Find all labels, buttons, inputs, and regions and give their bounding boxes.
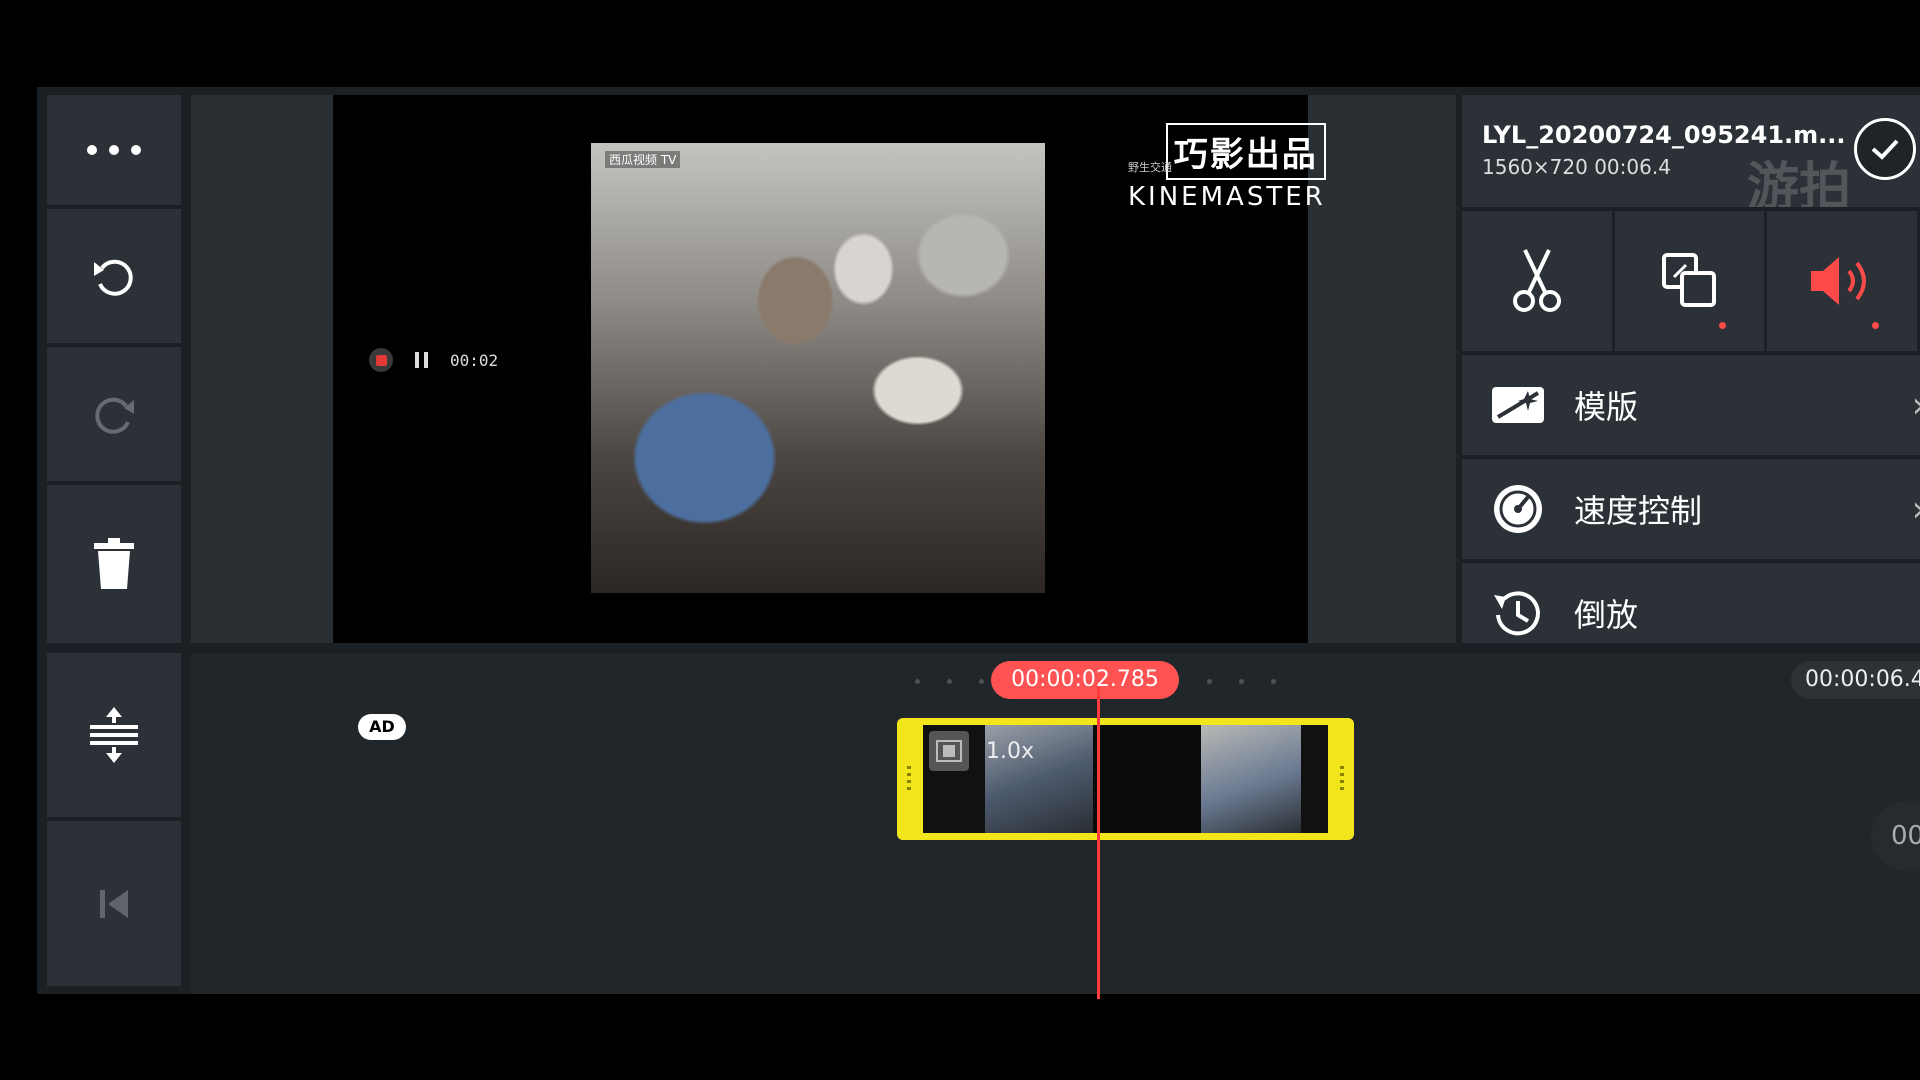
- video-preview[interactable]: 00:02 西瓜视频 TV 野生交通 巧影出品 KINEMASTER: [333, 95, 1326, 643]
- video-frame: 西瓜视频 TV: [591, 143, 1045, 593]
- undo-button[interactable]: [47, 209, 181, 343]
- volume-indicator-dot: [1872, 322, 1880, 329]
- timeline-tick: [947, 679, 952, 684]
- logo-brand: 巧影出品: [1165, 123, 1326, 180]
- timeline-tick: [1207, 679, 1212, 684]
- trim-split-icon: [1512, 249, 1561, 312]
- clip-thumbnail: [1201, 725, 1301, 833]
- kinemaster-logo: 野生交通 巧影出品 KINEMASTER: [1128, 123, 1326, 212]
- playhead-line[interactable]: [1097, 687, 1100, 999]
- timeline-tick: [979, 679, 984, 684]
- recording-time: 00:02: [450, 350, 499, 370]
- recording-indicator: 00:02: [369, 348, 498, 372]
- done-button[interactable]: [1854, 118, 1916, 180]
- skip-to-start-icon: [100, 889, 128, 918]
- expand-tracks-button[interactable]: [47, 653, 181, 817]
- clip-resolution: 1560×720: [1482, 155, 1588, 179]
- crop-icon: [1661, 253, 1716, 307]
- skip-to-start-button[interactable]: [47, 821, 181, 986]
- video-watermark: 西瓜视频 TV: [605, 151, 681, 168]
- timeline-tick: [1239, 679, 1244, 684]
- crop-indicator-dot: [1719, 322, 1727, 329]
- menu-template-label: 模版: [1574, 388, 1639, 426]
- more-horizontal-icon: [87, 145, 141, 155]
- checkmark-icon: [1871, 139, 1899, 160]
- volume-icon: [1811, 257, 1867, 305]
- menu-reverse-label: 倒放: [1574, 596, 1639, 634]
- video-clip[interactable]: 1.0x: [897, 718, 1354, 840]
- ad-badge[interactable]: AD: [358, 714, 406, 740]
- menu-template[interactable]: 模版 ›: [1462, 351, 1920, 455]
- template-icon: [1488, 375, 1548, 435]
- pause-icon[interactable]: [415, 352, 428, 368]
- clip-info: 1560×720 00:06.4: [1482, 155, 1671, 179]
- timeline-tick: [915, 679, 920, 684]
- reverse-history-icon: [1488, 583, 1548, 643]
- playhead-time: 00:00:02.785: [991, 661, 1179, 699]
- trim-split-button[interactable]: [1462, 211, 1615, 351]
- record-stop-icon[interactable]: [369, 348, 393, 372]
- clip-duration: 00:06.4: [1594, 155, 1671, 179]
- clip-thumbnails: 1.0x: [923, 725, 1328, 833]
- undo-icon: [94, 259, 133, 296]
- menu-reverse[interactable]: 倒放: [1462, 559, 1920, 663]
- crop-button[interactable]: [1615, 211, 1768, 351]
- volume-button[interactable]: [1767, 211, 1920, 351]
- project-end-time: 00:00:06.405: [1791, 661, 1920, 699]
- film-icon: [929, 731, 969, 771]
- menu-speed-control[interactable]: 速度控制 ›: [1462, 455, 1920, 559]
- timeline[interactable]: 00:00:02.785 00:00:06.405 AD 1.0x 00:2: [191, 653, 1920, 994]
- editor-window: 00:02 西瓜视频 TV 野生交通 巧影出品 KINEMASTER LYL_2…: [37, 87, 1920, 999]
- chevron-right-icon: ›: [1912, 385, 1920, 426]
- side-time-readout: 00:2: [1871, 801, 1920, 871]
- logo-sub: KINEMASTER: [1128, 182, 1326, 212]
- delete-button[interactable]: [47, 485, 181, 643]
- logo-tiny-text: 野生交通: [1128, 161, 1172, 174]
- trash-icon: [94, 538, 134, 589]
- expand-tracks-icon: [90, 707, 138, 763]
- chevron-right-icon: ›: [1912, 489, 1920, 530]
- clip-right-handle[interactable]: [1340, 766, 1344, 792]
- clip-thumbnail: [1093, 725, 1201, 833]
- more-options-button[interactable]: [47, 95, 181, 205]
- menu-speed-label: 速度控制: [1574, 492, 1703, 530]
- redo-button[interactable]: [47, 347, 181, 481]
- timeline-tick: [1271, 679, 1276, 684]
- clip-tool-row: [1462, 207, 1920, 351]
- clip-speed: 1.0x: [986, 739, 1035, 764]
- redo-icon: [95, 397, 134, 434]
- clip-left-handle[interactable]: [907, 766, 911, 792]
- speedometer-icon: [1488, 479, 1548, 539]
- clip-options-panel: LYL_20200724_095241.m... 1560×720 00:06.…: [1462, 95, 1920, 643]
